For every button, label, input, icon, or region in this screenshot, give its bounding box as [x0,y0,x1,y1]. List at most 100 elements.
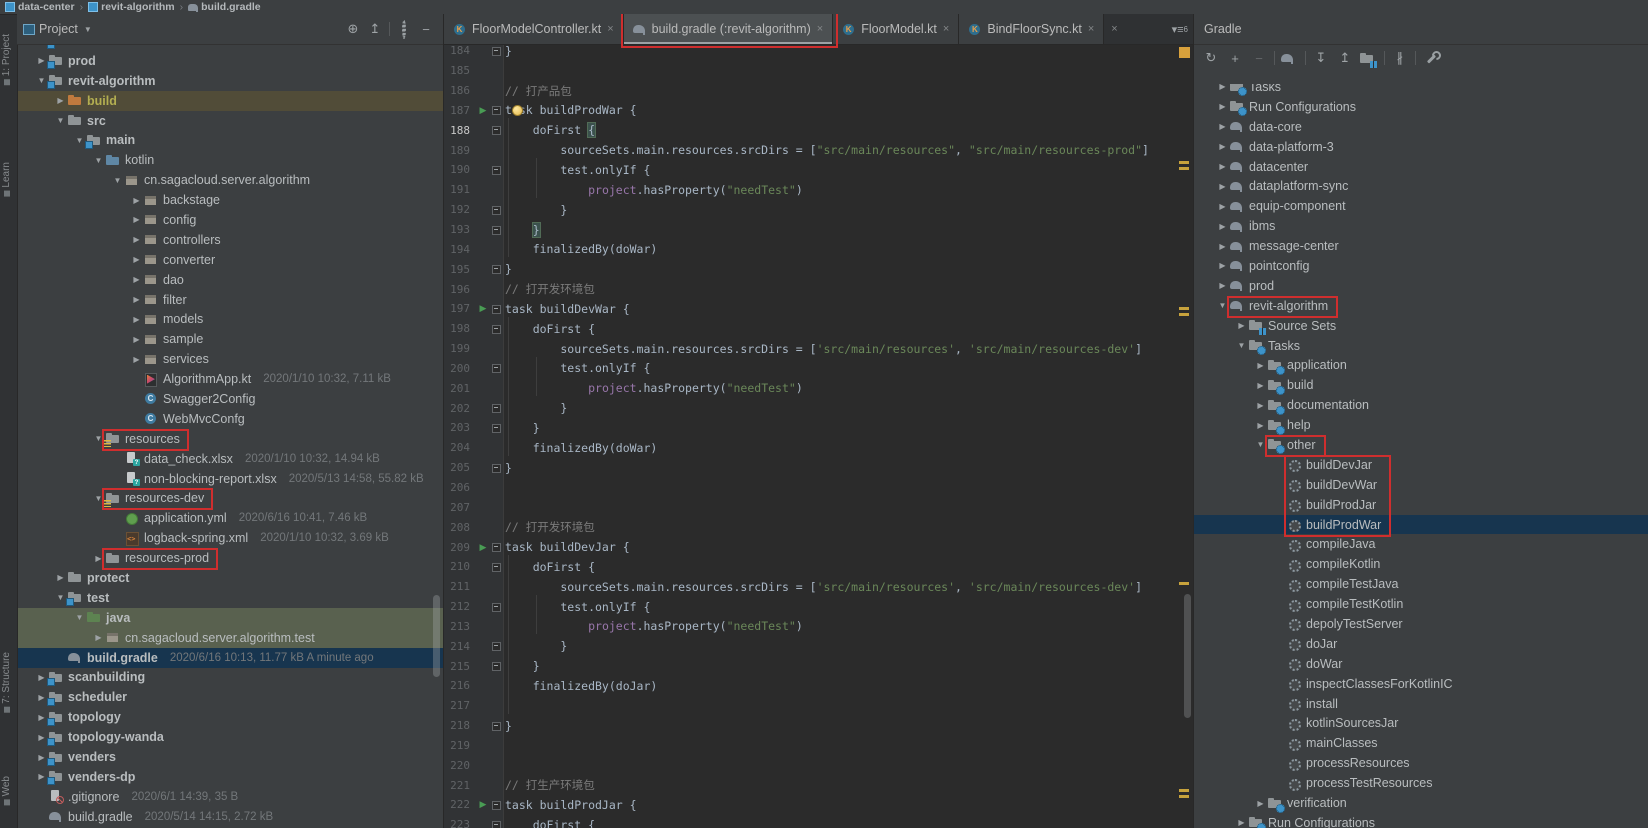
tree-item-build-gradle[interactable]: build.gradle2020/6/16 10:13, 11.77 kB A … [17,648,443,668]
expand-arrow[interactable]: ▶ [1216,142,1229,151]
tree-item-builddevjar[interactable]: buildDevJar [1194,455,1648,475]
tree-item-other[interactable]: ▼other [1194,435,1648,455]
run-task-icon[interactable]: ▶ [476,799,490,810]
close-icon[interactable]: × [607,23,613,35]
expand-arrow[interactable]: ▶ [1216,281,1229,290]
expand-arrow[interactable]: ▶ [130,355,143,364]
hide-icon[interactable]: − [415,22,437,37]
tree-item-backstage[interactable]: ▶backstage [17,190,443,210]
tree-item-application[interactable]: ▶application [1194,355,1648,375]
breadcrumb-item-build-gradle[interactable]: build.gradle [188,1,261,13]
tab-floormodel-kt[interactable]: FloorModel.kt× [833,14,959,44]
tree-item-resources-dev[interactable]: ▼resources-dev [17,488,443,508]
inspection-indicator-icon[interactable] [1179,47,1190,58]
tool-window-button-web[interactable]: Web [1,776,12,808]
close-icon[interactable]: × [817,23,823,35]
tree-item-revit-algorithm[interactable]: ▼revit-algorithm [17,71,443,91]
tree-item-kotlinsourcesjar[interactable]: kotlinSourcesJar [1194,714,1648,734]
expand-arrow[interactable]: ▶ [1216,202,1229,211]
tree-item-revit-algorithm[interactable]: ▼revit-algorithm [1194,296,1648,316]
run-task-icon[interactable]: ▶ [476,105,490,116]
offline-mode-icon[interactable]: ∦ [1388,48,1412,68]
expand-arrow[interactable]: ▶ [130,295,143,304]
expand-arrow[interactable]: ▶ [130,235,143,244]
close-icon[interactable]: × [1104,14,1124,44]
tree-item-topology[interactable]: ▶topology [17,707,443,727]
tree-item-prod[interactable]: ▶prod [17,51,443,71]
editor-scrollbar-thumb[interactable] [1184,594,1191,718]
expand-arrow[interactable]: ▶ [1254,799,1267,808]
tool-window-button-learn[interactable]: Learn [1,162,12,200]
tree-item-scheduler[interactable]: ▶scheduler [17,687,443,707]
expand-arrow[interactable]: ▶ [130,335,143,344]
remove-icon[interactable]: − [1247,48,1271,68]
tree-item-run-configurations[interactable]: ▶Run Configurations [1194,97,1648,117]
tree-item-topology-wanda[interactable]: ▶topology-wanda [17,727,443,747]
tree-item-build[interactable]: ▶build [17,91,443,111]
tree-item-services[interactable]: ▶services [17,349,443,369]
expand-arrow[interactable]: ▶ [1235,818,1248,827]
settings-wrench-icon[interactable] [1419,48,1443,68]
expand-arrow[interactable]: ▶ [1254,381,1267,390]
tree-item-compilejava[interactable]: compileJava [1194,534,1648,554]
project-scrollbar-thumb[interactable] [433,595,440,677]
run-gradle-task-icon[interactable] [1278,48,1302,68]
tree-item-compiletestkotlin[interactable]: compileTestKotlin [1194,594,1648,614]
expand-arrow[interactable]: ▶ [130,275,143,284]
tree-item-buildprodjar[interactable]: buildProdJar [1194,495,1648,515]
expand-arrow[interactable]: ▶ [92,554,105,563]
tree-item-cn-sagacloud-server-algorithm[interactable]: ▼cn.sagacloud.server.algorithm [17,170,443,190]
tree-item-tasks[interactable]: ▶Tasks [1194,84,1648,97]
expand-arrow[interactable]: ▶ [1216,84,1229,91]
tree-item-data-core[interactable]: ▶data-core [1194,117,1648,137]
tab-floormodelcontroller-kt[interactable]: FloorModelController.kt× [444,14,624,44]
tree-item-venders-dp[interactable]: ▶venders-dp [17,767,443,787]
tool-window-button-1-project[interactable]: 1: Project [1,34,12,88]
tree-item-cn-sagacloud-server-algorithm-test[interactable]: ▶cn.sagacloud.server.algorithm.test [17,628,443,648]
expand-arrow[interactable]: ▼ [92,156,105,165]
tree-item-dowar[interactable]: doWar [1194,654,1648,674]
expand-arrow[interactable]: ▼ [111,176,124,185]
refresh-icon[interactable]: ↻ [1199,48,1223,68]
collapse-all-icon[interactable]: ↥ [364,21,386,37]
tree-item-data-check-xlsx[interactable]: data_check.xlsx2020/1/10 10:32, 14.94 kB [17,449,443,469]
tree-item-logback-spring-xml[interactable]: logback-spring.xml2020/1/10 10:32, 3.69 … [17,528,443,548]
tree-item-documentation[interactable]: ▶documentation [1194,395,1648,415]
tree-item-source-sets[interactable]: ▶Source Sets [1194,316,1648,336]
tree-item-message-center[interactable]: ▶message-center [1194,236,1648,256]
expand-arrow[interactable]: ▼ [73,613,86,622]
tree-item-dao[interactable]: ▶dao [17,270,443,290]
tree-item-dojar[interactable]: doJar [1194,634,1648,654]
run-task-icon[interactable]: ▶ [476,542,490,553]
editor-error-stripe[interactable] [1177,45,1193,828]
expand-arrow[interactable]: ▶ [1216,122,1229,131]
tree-item-tasks[interactable]: ▼Tasks [1194,336,1648,356]
tree-item-src[interactable]: ▼src [17,111,443,131]
code-editor[interactable]: 184}185186// 打产品包187▶task buildProdWar {… [444,45,1177,828]
tree-item-non-blocking-report-xlsx[interactable]: non-blocking-report.xlsx2020/5/13 14:58,… [17,469,443,489]
expand-arrow[interactable]: ▶ [130,196,143,205]
locate-icon[interactable]: ⊕ [342,21,364,37]
close-icon[interactable]: × [943,23,949,35]
tree-item-compilekotlin[interactable]: compileKotlin [1194,554,1648,574]
expand-arrow[interactable]: ▶ [1216,182,1229,191]
tree-item-resources[interactable]: ▼resources [17,429,443,449]
tree-item-dataplatform-sync[interactable]: ▶dataplatform-sync [1194,176,1648,196]
run-task-icon[interactable]: ▶ [476,303,490,314]
tree-item-build[interactable]: ▶build [1194,375,1648,395]
hidden-tabs-dropdown[interactable]: ▾≡6 [1172,14,1188,44]
tree-item-install[interactable]: install [1194,694,1648,714]
tree-item-application-yml[interactable]: application.yml2020/6/16 10:41, 7.46 kB [17,508,443,528]
tree-item-filter[interactable]: ▶filter [17,290,443,310]
tree-item-inspectclassesforkotlinic[interactable]: inspectClassesForKotlinIC [1194,674,1648,694]
expand-arrow[interactable]: ▶ [92,633,105,642]
tree-item-ibms[interactable]: ▶ibms [1194,216,1648,236]
tree-item-verification[interactable]: ▶verification [1194,793,1648,813]
chevron-down-icon[interactable]: ▼ [84,25,92,34]
settings-icon[interactable] [393,22,415,37]
expand-arrow[interactable]: ▼ [1216,301,1229,310]
tree-item-resources-prod[interactable]: ▶resources-prod [17,548,443,568]
expand-arrow[interactable]: ▶ [1254,361,1267,370]
expand-arrow[interactable]: ▶ [1216,222,1229,231]
tree-item-sample[interactable]: ▶sample [17,329,443,349]
